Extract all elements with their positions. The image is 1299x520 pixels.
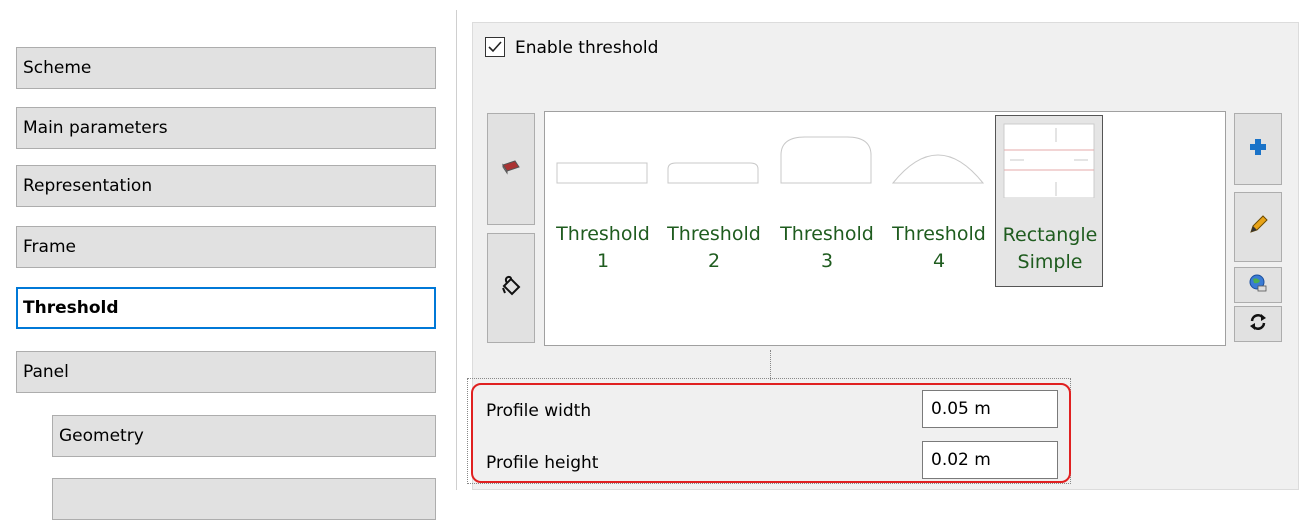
vertical-separator: [456, 10, 457, 490]
gallery-item-label: Rectangle Simple: [1002, 224, 1098, 273]
nav-frame[interactable]: Frame: [16, 226, 436, 268]
nav-panel[interactable]: Panel: [16, 351, 436, 393]
gallery-item-label: Threshold 1: [556, 223, 650, 272]
profile-height-label: Profile height: [486, 453, 599, 473]
nav-main-parameters[interactable]: Main parameters: [16, 107, 436, 149]
gallery-item-threshold-4[interactable]: Threshold 4: [885, 115, 993, 287]
gallery-item-label: Threshold 3: [780, 223, 874, 272]
splitter-handle[interactable]: [770, 350, 771, 380]
arc-threshold-icon: [891, 154, 985, 184]
edit-button[interactable]: [1234, 192, 1282, 262]
high-rounded-threshold-icon: [780, 136, 872, 184]
nav-geometry[interactable]: Geometry: [52, 415, 436, 457]
eraser-button[interactable]: [487, 113, 535, 225]
gallery-item-label: Threshold 4: [892, 223, 986, 272]
add-button[interactable]: [1234, 113, 1282, 185]
nav-scheme[interactable]: Scheme: [16, 47, 436, 89]
gallery-item-threshold-3[interactable]: Threshold 3: [773, 115, 881, 287]
nav-next-item[interactable]: [52, 478, 436, 520]
nav-representation[interactable]: Representation: [16, 165, 436, 207]
enable-threshold-checkbox[interactable]: [485, 37, 505, 57]
gallery-item-threshold-1[interactable]: Threshold 1: [549, 115, 657, 287]
profile-height-input[interactable]: 0.02 m: [922, 441, 1058, 479]
paint-bucket-button[interactable]: [487, 233, 535, 343]
profile-width-input[interactable]: 0.05 m: [922, 390, 1058, 428]
rectangle-simple-threshold-icon: [1003, 123, 1095, 198]
gallery-item-threshold-2[interactable]: Threshold 2: [660, 115, 768, 287]
add-icon: [1249, 138, 1267, 160]
globe-icon: [1248, 273, 1268, 297]
refresh-button[interactable]: [1234, 306, 1282, 342]
nav-threshold[interactable]: Threshold: [16, 287, 436, 329]
enable-threshold-label: Enable threshold: [515, 38, 659, 58]
globe-button[interactable]: [1234, 267, 1282, 303]
checkmark-icon: [488, 41, 502, 53]
gallery-item-rectangle-simple[interactable]: Rectangle Simple: [995, 115, 1103, 287]
threshold-gallery: Threshold 1 Threshold 2 Threshold 3 Thre…: [544, 111, 1226, 346]
rounded-threshold-icon: [667, 162, 759, 184]
flat-rectangle-threshold-icon: [556, 162, 648, 184]
pencil-icon: [1247, 214, 1269, 240]
gallery-item-label: Threshold 2: [667, 223, 761, 272]
paint-bucket-icon: [499, 274, 523, 302]
refresh-icon: [1248, 312, 1268, 336]
profile-width-label: Profile width: [486, 401, 592, 421]
eraser-icon: [501, 159, 521, 179]
